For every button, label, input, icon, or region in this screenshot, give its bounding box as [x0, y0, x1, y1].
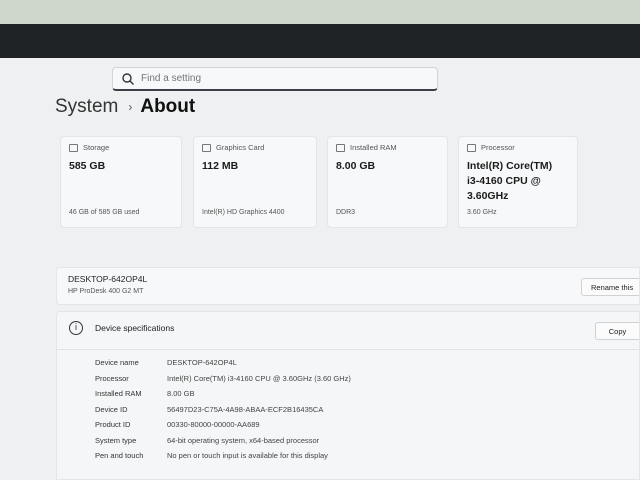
spec-value: 64-bit operating system, x64-based proce…	[167, 435, 320, 445]
ram-icon	[336, 143, 345, 152]
breadcrumb-about: About	[140, 96, 196, 117]
spec-key: Product ID	[95, 420, 131, 429]
card-sub: DDR3	[336, 209, 356, 216]
installed-ram-card[interactable]: Installed RAM 8.00 GB DDR3	[327, 136, 448, 228]
list-item: Device name DESKTOP-642OP4L	[95, 355, 351, 371]
settings-window: System › About Storage 585 GB 46 GB of 5…	[0, 58, 640, 480]
list-item: System type 64-bit operating system, x64-…	[95, 433, 351, 449]
spec-key: Pen and touch	[95, 451, 144, 460]
processor-icon	[467, 143, 476, 152]
spec-key: Installed RAM	[95, 389, 142, 398]
card-sub: 46 GB of 585 GB used	[69, 209, 140, 216]
rename-pc-button[interactable]: Rename this	[581, 278, 639, 296]
card-sub: Intel(R) HD Graphics 4400	[202, 209, 285, 216]
processor-card[interactable]: Processor Intel(R) Core(TM) i3-4160 CPU …	[458, 136, 578, 228]
spec-value: No pen or touch input is available for t…	[167, 451, 328, 460]
graphics-card-card[interactable]: Graphics Card 112 MB Intel(R) HD Graphic…	[193, 136, 317, 228]
device-model: HP ProDesk 400 G2 MT	[68, 288, 144, 295]
search-box[interactable]	[112, 67, 438, 91]
spec-key: Processor	[95, 373, 129, 383]
spec-value: 56497D23-C75A-4A98-ABAA-ECF2B16435CA	[167, 404, 324, 414]
storage-card[interactable]: Storage 585 GB 46 GB of 585 GB used	[60, 136, 182, 228]
card-value: 8.00 GB	[336, 160, 376, 172]
spec-value: DESKTOP-642OP4L	[167, 358, 237, 367]
list-item: Installed RAM 8.00 GB	[95, 386, 351, 402]
card-label: Processor	[481, 143, 515, 152]
spec-value: 00330-80000-00000-AA689	[167, 420, 260, 429]
card-label: Installed RAM	[350, 143, 397, 152]
specs-title: Device specifications	[95, 323, 175, 333]
specs-header[interactable]: i Device specifications Copy	[57, 312, 639, 346]
card-value: 585 GB	[69, 160, 106, 172]
chevron-right-icon: ›	[128, 100, 133, 114]
device-specifications-section: i Device specifications Copy Device name…	[56, 311, 640, 480]
info-icon: i	[69, 321, 83, 335]
page-title: System › About	[55, 96, 195, 118]
spec-key: Device name	[95, 358, 139, 367]
search-icon	[121, 72, 135, 86]
search-input[interactable]	[141, 73, 421, 84]
device-name-bar: DESKTOP-642OP4L HP ProDesk 400 G2 MT Ren…	[56, 267, 640, 305]
card-value: 112 MB	[202, 160, 239, 172]
card-label: Graphics Card	[216, 143, 265, 152]
card-sub: 3.60 GHz	[467, 209, 497, 216]
list-item: Processor Intel(R) Core(TM) i3-4160 CPU @…	[95, 371, 351, 387]
spec-key: System type	[95, 435, 137, 445]
card-label: Storage	[83, 143, 110, 152]
divider	[57, 349, 639, 350]
card-value: Intel(R) Core(TM) i3-4160 CPU @ 3.60GHz	[467, 160, 553, 202]
spec-value: Intel(R) Core(TM) i3-4160 CPU @ 3.60GHz …	[167, 373, 351, 383]
list-item: Device ID 56497D23-C75A-4A98-ABAA-ECF2B16…	[95, 402, 351, 418]
list-item: Product ID 00330-80000-00000-AA689	[95, 417, 351, 433]
spec-rows: Device name DESKTOP-642OP4L Processor Inte…	[95, 355, 351, 464]
spec-value: 8.00 GB	[167, 389, 195, 398]
breadcrumb-system[interactable]: System	[55, 96, 118, 118]
spec-key: Device ID	[95, 404, 128, 414]
list-item: Pen and touch No pen or touch input is av…	[95, 448, 351, 464]
copy-button[interactable]: Copy	[595, 322, 639, 340]
graphics-card-icon	[202, 143, 211, 152]
storage-icon	[69, 143, 78, 152]
monitor-bezel	[0, 24, 640, 60]
device-name: DESKTOP-642OP4L	[68, 274, 148, 284]
